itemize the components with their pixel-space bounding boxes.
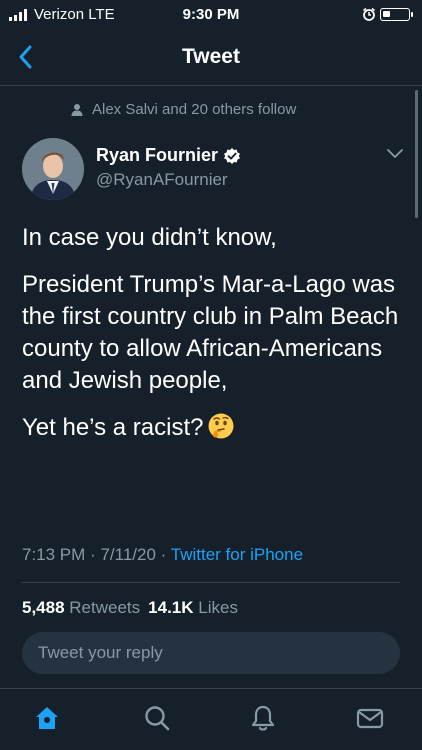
scrollbar[interactable] <box>415 90 418 218</box>
tweet-time: 7:13 PM <box>22 545 86 564</box>
alarm-icon <box>363 7 375 21</box>
person-icon <box>71 103 83 116</box>
likes-label: Likes <box>198 598 238 617</box>
author-handle[interactable]: @RyanAFournier <box>96 170 228 190</box>
likes-stat[interactable]: 14.1K Likes <box>148 598 238 618</box>
tweet-source-link[interactable]: Twitter for iPhone <box>171 545 303 564</box>
tab-bar <box>0 688 422 750</box>
thinking-face-icon <box>208 413 234 439</box>
meta-separator: · <box>90 545 96 564</box>
retweets-label: Retweets <box>69 598 141 617</box>
verified-badge-icon <box>224 147 241 164</box>
tweet-paragraph: President Trump’s Mar-a-Lago was the fir… <box>22 271 399 394</box>
likes-count: 14.1K <box>148 598 194 617</box>
divider <box>22 582 400 583</box>
social-context[interactable]: Alex Salvi and 20 others follow <box>70 101 296 118</box>
meta-separator: · <box>160 545 167 564</box>
battery-icon <box>380 8 413 21</box>
navigation-bar: Tweet <box>0 30 422 86</box>
status-bar: Verizon LTE 9:30 PM <box>0 0 422 30</box>
notifications-icon[interactable] <box>248 703 278 733</box>
avatar[interactable] <box>22 138 84 200</box>
tweet-meta: 7:13 PM · 7/11/20 · Twitter for iPhone <box>22 545 303 565</box>
page-title: Tweet <box>182 45 240 68</box>
tweet-paragraph-last: Yet he’s a racist? <box>22 412 412 444</box>
home-icon[interactable] <box>32 703 62 733</box>
tweet-paragraph: In case you didn’t know, <box>22 224 277 251</box>
messages-icon[interactable] <box>355 703 385 733</box>
retweets-stat[interactable]: 5,488 Retweets <box>22 598 140 618</box>
tweet-text: In case you didn’t know, President Trump… <box>22 222 412 459</box>
reply-placeholder: Tweet your reply <box>38 643 163 662</box>
profile-photo <box>22 138 84 200</box>
retweets-count: 5,488 <box>22 598 65 617</box>
reply-input[interactable]: Tweet your reply <box>22 632 400 674</box>
status-time: 9:30 PM <box>182 6 240 23</box>
author-display-name: Ryan Fournier <box>96 145 219 165</box>
tweet-date: 7/11/20 <box>100 545 156 564</box>
search-icon[interactable] <box>142 703 172 733</box>
chevron-down-icon[interactable] <box>386 148 404 160</box>
social-context-text: Alex Salvi and 20 others follow <box>92 101 297 118</box>
tweet-paragraph: Yet he’s a racist? <box>22 414 204 441</box>
tweet-stats: 5,488 Retweets 14.1K Likes <box>22 598 238 618</box>
author-name-row[interactable]: Ryan Fournier <box>96 145 241 166</box>
